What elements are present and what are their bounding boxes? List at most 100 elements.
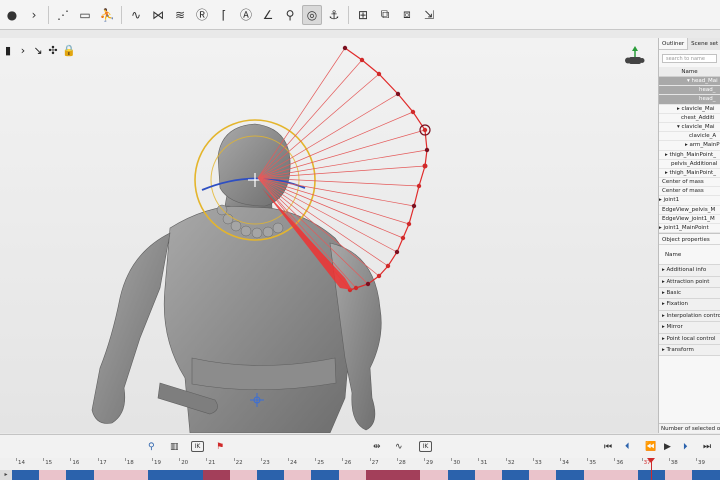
graph-tool-icon[interactable]: ⋈ bbox=[148, 5, 168, 25]
next-key-icon[interactable]: ⏵ bbox=[683, 440, 688, 454]
fit-icon[interactable]: ⇹ bbox=[373, 440, 381, 454]
keyframe-segment[interactable] bbox=[529, 470, 557, 480]
move-tool-icon[interactable]: ⋰ bbox=[53, 5, 73, 25]
keyframe-track[interactable] bbox=[12, 470, 720, 480]
ruler-frame-number: 14 bbox=[18, 460, 25, 466]
object-name-field[interactable]: Name bbox=[659, 245, 720, 266]
keyframe-segment[interactable] bbox=[365, 470, 394, 480]
property-section[interactable]: ▸ Transform bbox=[659, 344, 720, 357]
paste-icon[interactable]: ⧈ bbox=[397, 5, 417, 25]
property-section[interactable]: ▸ Interpolation control bbox=[659, 310, 720, 323]
outliner-row[interactable]: ▸ thigh_MainPoint_ bbox=[659, 169, 720, 179]
selection-count-status: Number of selected o bbox=[659, 423, 720, 433]
reset-icon[interactable]: Ⓡ bbox=[192, 5, 212, 25]
keyframe-segment[interactable] bbox=[556, 470, 584, 480]
pin-icon[interactable]: ⚲ bbox=[280, 5, 300, 25]
filmstrip-icon[interactable]: ▥ bbox=[170, 440, 179, 454]
keyframe-segment[interactable] bbox=[148, 470, 176, 480]
figure-icon[interactable]: ⛹ bbox=[97, 5, 117, 25]
angle-icon[interactable]: ∠ bbox=[258, 5, 278, 25]
keyframe-segment[interactable] bbox=[610, 470, 639, 480]
step-back-icon[interactable]: ⏪ bbox=[645, 440, 656, 454]
ruler-frame-number: 19 bbox=[154, 460, 161, 466]
keyframe-segment[interactable] bbox=[501, 470, 530, 480]
play-forward-icon[interactable]: › bbox=[24, 5, 44, 25]
keyframe-segment[interactable] bbox=[474, 470, 502, 480]
outliner-row[interactable]: ▸ joint1_MainPoint bbox=[659, 224, 720, 234]
timeline-ruler[interactable]: 14 15 16 17 18 19 20 21 22 23 24 25 26 27 28 29 30 31 32 33… bbox=[0, 458, 720, 470]
playhead-marker[interactable] bbox=[647, 458, 655, 463]
trajectory-keypoint bbox=[394, 249, 400, 255]
keyframe-segment[interactable] bbox=[447, 470, 475, 480]
outliner-row[interactable]: ▸ arm_MainP bbox=[659, 141, 720, 151]
bracket-icon[interactable]: ⌈ bbox=[214, 5, 234, 25]
outliner-row[interactable]: Center of mass bbox=[659, 187, 720, 197]
keyframe-segment[interactable] bbox=[256, 470, 285, 480]
keyframe-segment[interactable] bbox=[120, 470, 149, 480]
copy-icon[interactable]: ⧉ bbox=[375, 5, 395, 25]
toolbar-separator bbox=[48, 5, 49, 24]
keyframe-segment[interactable] bbox=[284, 470, 312, 480]
outliner-row[interactable]: ▸ thigh_MainPoint_ bbox=[659, 151, 720, 160]
property-section[interactable]: ▸ Additional info bbox=[659, 265, 720, 277]
property-section[interactable]: ▸ Basic bbox=[659, 287, 720, 300]
ik-mode-button[interactable]: IK bbox=[419, 441, 432, 452]
outliner-search-input[interactable]: search to name bbox=[662, 54, 717, 63]
flag-icon[interactable]: ⚑ bbox=[216, 440, 224, 454]
keyframe-segment[interactable] bbox=[311, 470, 339, 480]
outliner-row[interactable]: ▾ head_Mai bbox=[659, 77, 720, 87]
outliner-row[interactable]: head_ bbox=[659, 86, 720, 96]
outliner-row[interactable]: chest_Additi bbox=[659, 114, 720, 123]
outliner-row[interactable]: EdgeView_joint1_M bbox=[659, 215, 720, 224]
layers-icon[interactable]: ≋ bbox=[170, 5, 190, 25]
keyframe-segment[interactable] bbox=[229, 470, 257, 480]
outliner-row[interactable]: ▸ joint1 bbox=[659, 196, 720, 206]
frame-icon[interactable]: ▭ bbox=[75, 5, 95, 25]
keyframe-segment[interactable] bbox=[583, 470, 611, 480]
property-sections: ▸ Additional info ▸ Attraction point ▸ Bas… bbox=[659, 265, 720, 357]
play-icon[interactable]: ▶ bbox=[664, 440, 671, 454]
at-target-icon[interactable]: Ⓐ bbox=[236, 5, 256, 25]
keyframe-segment[interactable] bbox=[39, 470, 67, 480]
keyframe-segment[interactable] bbox=[66, 470, 94, 480]
outliner-row[interactable]: clavicle_A bbox=[659, 132, 720, 142]
keyframe-segment[interactable] bbox=[202, 470, 230, 480]
keyframe-segment[interactable] bbox=[93, 470, 121, 480]
outliner-row[interactable]: ▾ clavicle_Mai bbox=[659, 123, 720, 133]
property-section[interactable]: ▸ Point local control bbox=[659, 333, 720, 345]
target-icon[interactable]: ◎ bbox=[302, 4, 322, 25]
curve-tool-icon[interactable]: ∿ bbox=[126, 5, 146, 25]
outliner-row[interactable]: head_ bbox=[659, 95, 720, 105]
3d-viewport[interactable]: ▮ › ↘ ✣ 🔒 bbox=[0, 38, 658, 433]
outliner-row[interactable]: Center of mass bbox=[659, 178, 720, 188]
tab-scene-settings[interactable]: Scene set bbox=[687, 38, 720, 50]
property-section[interactable]: ▸ Mirror bbox=[659, 322, 720, 334]
keyframe-segment[interactable] bbox=[692, 470, 720, 480]
name-column-header[interactable]: Name bbox=[659, 67, 720, 77]
rewind-icon[interactable]: ⏮ bbox=[604, 440, 612, 454]
keyframe-segment[interactable] bbox=[393, 470, 421, 480]
anchor-icon[interactable]: ⚓ bbox=[324, 5, 344, 25]
curve-mode-icon[interactable]: ∿ bbox=[395, 440, 403, 454]
keyframe-segment[interactable] bbox=[12, 470, 40, 480]
record-icon[interactable]: ● bbox=[2, 5, 22, 25]
snap-icon[interactable]: ⇲ bbox=[419, 5, 439, 25]
prev-key-icon[interactable]: ⏴ bbox=[625, 440, 630, 454]
ik-toggle-button[interactable]: IK bbox=[191, 441, 204, 452]
forward-end-icon[interactable]: ⏭ bbox=[703, 440, 711, 454]
app-window: ● › ⋰ ▭ ⛹ ∿ ⋈ ≋ Ⓡ ⌈ Ⓐ ∠ ⚲ ◎ ⚓ ⊞ ⧉ ⧈ ⇲ ▮ › ↘ ✣ 🔒 bbox=[0, 0, 720, 480]
tab-outliner[interactable]: Outliner bbox=[659, 38, 687, 50]
ruler-frame-number: 29 bbox=[426, 460, 433, 466]
keyframe-segment[interactable] bbox=[665, 470, 693, 480]
key-search-icon[interactable]: ⚲ bbox=[148, 440, 155, 454]
track-expand-toggle[interactable]: ▸ bbox=[0, 470, 12, 480]
property-section[interactable]: ▸ Attraction point bbox=[659, 276, 720, 288]
outliner-row[interactable]: ▸ clavicle_Mai bbox=[659, 105, 720, 114]
outliner-row[interactable]: pelvis_Additional bbox=[659, 160, 720, 169]
outliner-row[interactable]: EdgeView_pelvis_M bbox=[659, 206, 720, 215]
keyframe-segment[interactable] bbox=[338, 470, 366, 480]
keyframe-segment[interactable] bbox=[175, 470, 203, 480]
property-section[interactable]: ▸ Fixation bbox=[659, 299, 720, 311]
keyframe-segment[interactable] bbox=[420, 470, 448, 480]
grid-icon[interactable]: ⊞ bbox=[353, 5, 373, 25]
